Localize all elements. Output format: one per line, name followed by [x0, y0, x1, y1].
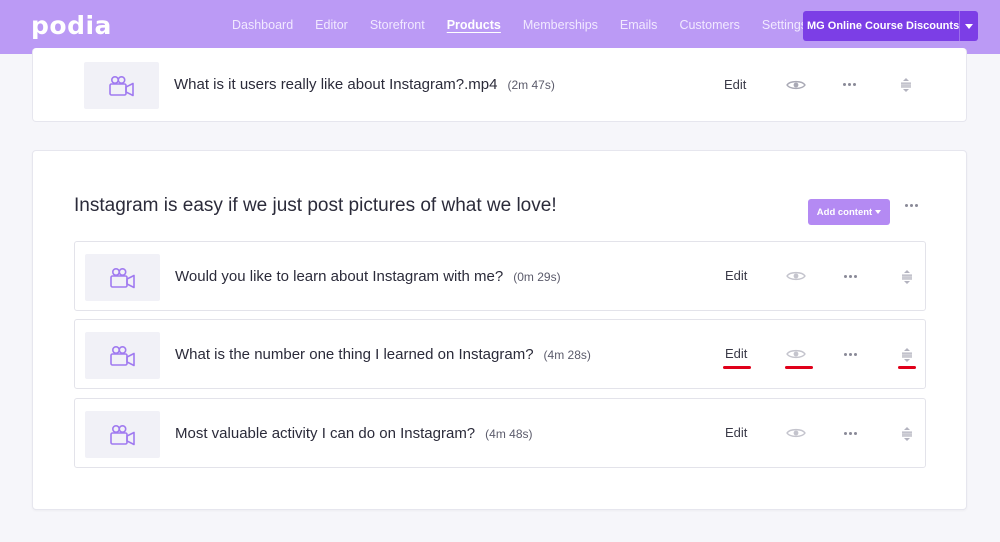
video-camera-icon — [109, 345, 135, 366]
chevron-down-icon[interactable] — [960, 23, 978, 29]
drag-handle-icon[interactable] — [900, 78, 912, 92]
video-camera-icon — [109, 424, 135, 445]
lesson-row: What is the number one thing I learned o… — [74, 319, 926, 389]
drag-handle-icon[interactable] — [901, 348, 913, 362]
top-navigation-bar: podia Dashboard Editor Storefront Produc… — [0, 0, 1000, 54]
add-content-label: Add content — [816, 206, 873, 218]
annotation-underline — [785, 366, 813, 369]
lesson-title[interactable]: What is the number one thing I learned o… — [175, 346, 591, 363]
lesson-thumbnail — [85, 411, 160, 458]
section-card: Instagram is easy if we just post pictur… — [32, 150, 967, 510]
lesson-row: What is it users really like about Insta… — [74, 50, 944, 120]
edit-lesson-link[interactable]: Edit — [724, 77, 746, 92]
eye-icon[interactable] — [786, 427, 806, 439]
site-switcher-label: MG Online Course Discounts — [807, 20, 960, 32]
video-camera-icon — [109, 267, 135, 288]
section-more-options-icon[interactable] — [905, 204, 918, 207]
lesson-duration: (0m 29s) — [513, 270, 561, 284]
lesson-duration: (2m 47s) — [507, 78, 555, 92]
lesson-title[interactable]: What is it users really like about Insta… — [174, 76, 555, 93]
podia-logo[interactable]: podia — [31, 11, 112, 40]
lesson-duration: (4m 28s) — [543, 348, 591, 362]
nav-settings[interactable]: Settings — [762, 18, 807, 32]
eye-icon[interactable] — [786, 270, 806, 282]
lesson-duration: (4m 48s) — [485, 427, 533, 441]
lesson-row: Most valuable activity I can do on Insta… — [74, 398, 926, 468]
section-title[interactable]: Instagram is easy if we just post pictur… — [74, 195, 557, 217]
nav-memberships[interactable]: Memberships — [523, 18, 598, 32]
lesson-row: Would you like to learn about Instagram … — [74, 241, 926, 311]
nav-customers[interactable]: Customers — [679, 18, 739, 32]
annotation-underline — [723, 366, 751, 369]
lesson-thumbnail — [84, 62, 159, 109]
nav-products[interactable]: Products — [447, 18, 501, 32]
more-options-icon[interactable] — [844, 275, 857, 278]
lesson-title[interactable]: Most valuable activity I can do on Insta… — [175, 425, 533, 442]
lesson-thumbnail — [85, 332, 160, 379]
more-options-icon[interactable] — [844, 353, 857, 356]
add-content-button[interactable]: Add content — [808, 199, 890, 225]
drag-handle-icon[interactable] — [901, 427, 913, 441]
main-nav: Dashboard Editor Storefront Products Mem… — [232, 18, 829, 32]
site-switcher-button[interactable]: MG Online Course Discounts — [803, 11, 978, 41]
nav-emails[interactable]: Emails — [620, 18, 658, 32]
nav-dashboard[interactable]: Dashboard — [232, 18, 293, 32]
previous-section-card: What is it users really like about Insta… — [32, 48, 967, 122]
nav-editor[interactable]: Editor — [315, 18, 348, 32]
nav-storefront[interactable]: Storefront — [370, 18, 425, 32]
eye-icon[interactable] — [786, 79, 806, 91]
more-options-icon[interactable] — [844, 432, 857, 435]
more-options-icon[interactable] — [843, 83, 856, 86]
edit-lesson-link[interactable]: Edit — [725, 268, 747, 283]
lesson-title[interactable]: Would you like to learn about Instagram … — [175, 268, 561, 285]
edit-lesson-link[interactable]: Edit — [725, 346, 747, 361]
chevron-down-icon — [875, 210, 882, 214]
lesson-thumbnail — [85, 254, 160, 301]
eye-icon[interactable] — [786, 348, 806, 360]
video-camera-icon — [108, 75, 134, 96]
edit-lesson-link[interactable]: Edit — [725, 425, 747, 440]
annotation-underline — [898, 366, 916, 369]
drag-handle-icon[interactable] — [901, 270, 913, 284]
